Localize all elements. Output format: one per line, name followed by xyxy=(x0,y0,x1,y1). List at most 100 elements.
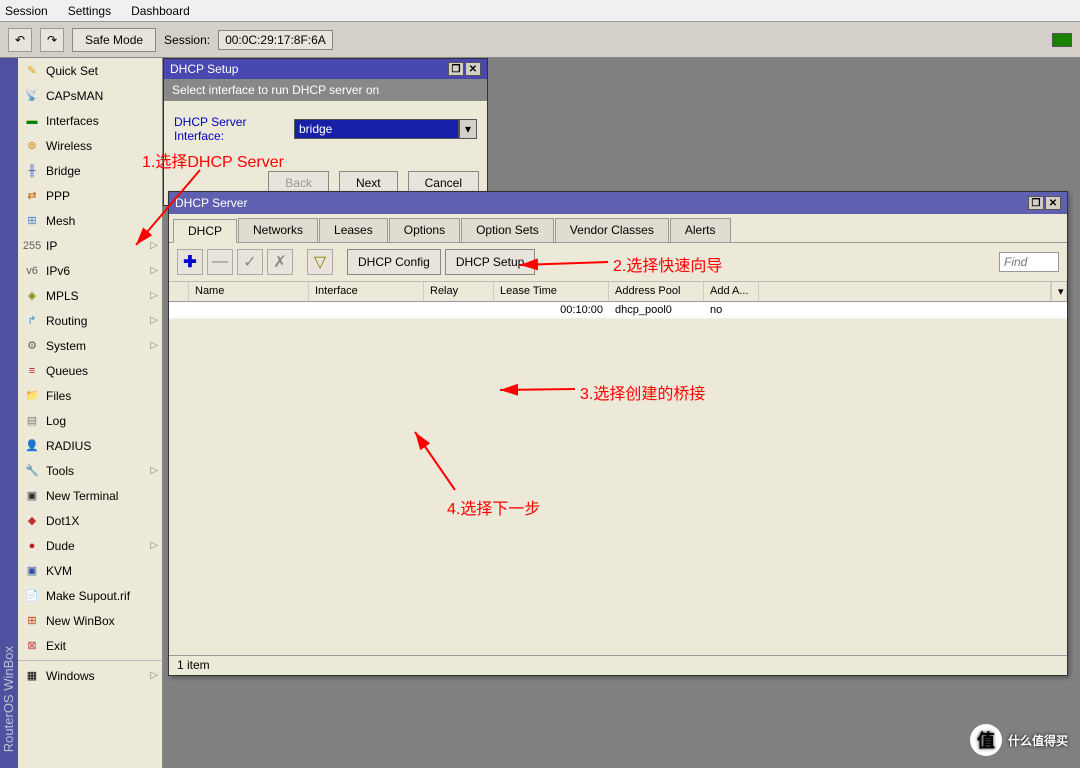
menubar: Session Settings Dashboard xyxy=(0,0,1080,22)
session-label: Session: xyxy=(164,33,210,47)
sidebar-item-kvm[interactable]: ▣KVM xyxy=(18,558,162,583)
safe-mode-button[interactable]: Safe Mode xyxy=(72,28,156,52)
col-name[interactable]: Name xyxy=(189,282,309,301)
tab-networks[interactable]: Networks xyxy=(238,218,318,242)
sidebar-item-exit[interactable]: ⊠Exit xyxy=(18,633,162,658)
col-interface[interactable]: Interface xyxy=(309,282,424,301)
table-row[interactable]: 00:10:00 dhcp_pool0 no xyxy=(169,302,1067,319)
restore-icon[interactable]: ❐ xyxy=(1028,196,1044,210)
dhcp-setup-dialog: DHCP Setup ❐ ✕ Select interface to run D… xyxy=(163,58,488,206)
sidebar-item-radius[interactable]: 👤RADIUS xyxy=(18,433,162,458)
chevron-icon: ▷ xyxy=(150,465,158,476)
dialog-subtitle: Select interface to run DHCP server on xyxy=(164,79,487,101)
watermark-icon: 值 xyxy=(970,724,1002,756)
dhcp-config-button[interactable]: DHCP Config xyxy=(347,249,441,275)
sidebar-item-mesh[interactable]: ⊞Mesh xyxy=(18,208,162,233)
col-lease[interactable]: Lease Time xyxy=(494,282,609,301)
status-indicator xyxy=(1052,33,1072,47)
sidebar-icon: ⊞ xyxy=(24,613,40,629)
sidebar-icon: ◆ xyxy=(24,513,40,529)
sidebar-icon: v6 xyxy=(24,263,40,279)
find-input[interactable] xyxy=(999,252,1059,272)
tab-vendor-classes[interactable]: Vendor Classes xyxy=(555,218,669,242)
sidebar-item-files[interactable]: 📁Files xyxy=(18,383,162,408)
sidebar-item-bridge[interactable]: ╫Bridge xyxy=(18,158,162,183)
sidebar-icon: 📡 xyxy=(24,88,40,104)
sidebar-icon: ≡ xyxy=(24,363,40,379)
sidebar-icon: ◈ xyxy=(24,288,40,304)
sidebar-item-tools[interactable]: 🔧Tools▷ xyxy=(18,458,162,483)
chevron-icon: ▷ xyxy=(150,340,158,351)
find-box xyxy=(999,252,1059,272)
sidebar-item-mpls[interactable]: ◈MPLS▷ xyxy=(18,283,162,308)
sidebar-item-log[interactable]: ▤Log xyxy=(18,408,162,433)
dhcp-grid: Name Interface Relay Lease Time Address … xyxy=(169,282,1067,319)
interface-select[interactable] xyxy=(294,119,459,139)
chevron-icon: ▷ xyxy=(150,265,158,276)
sidebar-item-wireless[interactable]: ⊚Wireless xyxy=(18,133,162,158)
dialog-titlebar[interactable]: DHCP Setup ❐ ✕ xyxy=(164,59,487,79)
sidebar-item-make-supout.rif[interactable]: 📄Make Supout.rif xyxy=(18,583,162,608)
menu-session[interactable]: Session xyxy=(5,4,48,18)
chevron-icon: ▷ xyxy=(150,240,158,251)
sidebar-item-dude[interactable]: ●Dude▷ xyxy=(18,533,162,558)
sidebar: ✎Quick Set📡CAPsMAN▬Interfaces⊚Wireless╫B… xyxy=(18,58,163,768)
sidebar-item-capsman[interactable]: 📡CAPsMAN xyxy=(18,83,162,108)
sidebar-item-interfaces[interactable]: ▬Interfaces xyxy=(18,108,162,133)
menu-dashboard[interactable]: Dashboard xyxy=(131,4,190,18)
sidebar-icon: 🔧 xyxy=(24,463,40,479)
sidebar-icon: ▣ xyxy=(24,488,40,504)
window-titlebar[interactable]: DHCP Server ❐ ✕ xyxy=(169,192,1067,214)
col-add[interactable]: Add A... xyxy=(704,282,759,301)
disable-button[interactable]: ✗ xyxy=(267,249,293,275)
sidebar-item-new-winbox[interactable]: ⊞New WinBox xyxy=(18,608,162,633)
sidebar-item-ipv6[interactable]: v6IPv6▷ xyxy=(18,258,162,283)
sidebar-item-queues[interactable]: ≡Queues xyxy=(18,358,162,383)
vertical-brand-bar: RouterOS WinBox xyxy=(0,58,18,768)
sidebar-icon: ● xyxy=(24,538,40,554)
chevron-icon: ▷ xyxy=(150,670,158,681)
menu-settings[interactable]: Settings xyxy=(68,4,111,18)
redo-button[interactable]: ↷ xyxy=(40,28,64,52)
chevron-icon: ▷ xyxy=(150,290,158,301)
column-menu-icon[interactable]: ▾ xyxy=(1051,282,1067,301)
sidebar-icon: ↱ xyxy=(24,313,40,329)
sidebar-item-ppp[interactable]: ⇄PPP xyxy=(18,183,162,208)
dhcp-server-window: DHCP Server ❐ ✕ DHCPNetworksLeasesOption… xyxy=(168,191,1068,676)
sidebar-icon: ⚙ xyxy=(24,338,40,354)
sidebar-item-quick-set[interactable]: ✎Quick Set xyxy=(18,58,162,83)
tabs: DHCPNetworksLeasesOptionsOption SetsVend… xyxy=(169,214,1067,242)
workspace: DHCP Server ❐ ✕ DHCPNetworksLeasesOption… xyxy=(163,58,1080,768)
sidebar-item-new-terminal[interactable]: ▣New Terminal xyxy=(18,483,162,508)
interface-label: DHCP Server Interface: xyxy=(174,115,288,143)
sidebar-icon: ▣ xyxy=(24,563,40,579)
remove-button[interactable]: — xyxy=(207,249,233,275)
dropdown-icon[interactable]: ▾ xyxy=(459,119,477,139)
undo-button[interactable]: ↶ xyxy=(8,28,32,52)
tab-alerts[interactable]: Alerts xyxy=(670,218,731,242)
close-icon[interactable]: ✕ xyxy=(465,62,481,76)
session-value: 00:0C:29:17:8F:6A xyxy=(218,30,333,50)
tab-leases[interactable]: Leases xyxy=(319,218,388,242)
col-pool[interactable]: Address Pool xyxy=(609,282,704,301)
sidebar-item-ip[interactable]: 255IP▷ xyxy=(18,233,162,258)
sidebar-windows[interactable]: ▦ Windows ▷ xyxy=(18,663,162,688)
sidebar-item-dot1x[interactable]: ◆Dot1X xyxy=(18,508,162,533)
filter-button[interactable]: ▽ xyxy=(307,249,333,275)
sidebar-item-routing[interactable]: ↱Routing▷ xyxy=(18,308,162,333)
chevron-icon: ▷ xyxy=(150,315,158,326)
sidebar-item-system[interactable]: ⚙System▷ xyxy=(18,333,162,358)
col-relay[interactable]: Relay xyxy=(424,282,494,301)
tab-options[interactable]: Options xyxy=(389,218,460,242)
sidebar-icon: 📁 xyxy=(24,388,40,404)
add-button[interactable]: ✚ xyxy=(177,249,203,275)
watermark: 值 什么值得买 xyxy=(970,724,1068,756)
sidebar-icon: ╫ xyxy=(24,163,40,179)
chevron-icon: ▷ xyxy=(150,540,158,551)
close-icon[interactable]: ✕ xyxy=(1045,196,1061,210)
tab-dhcp[interactable]: DHCP xyxy=(173,219,237,243)
dhcp-setup-button[interactable]: DHCP Setup xyxy=(445,249,535,275)
tab-option-sets[interactable]: Option Sets xyxy=(461,218,554,242)
enable-button[interactable]: ✓ xyxy=(237,249,263,275)
restore-icon[interactable]: ❐ xyxy=(448,62,464,76)
